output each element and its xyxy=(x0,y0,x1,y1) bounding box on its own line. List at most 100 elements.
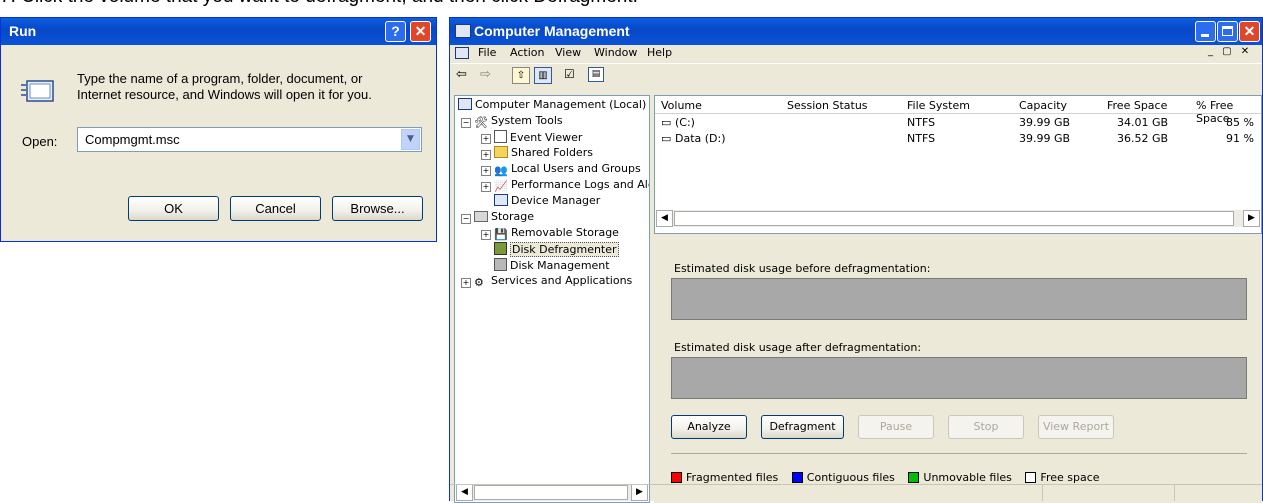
expand-shared-folders[interactable]: + xyxy=(481,150,491,160)
col-capacity[interactable]: Capacity xyxy=(1019,99,1067,112)
divider xyxy=(671,453,1247,454)
users-icon: 👥 xyxy=(494,164,508,177)
run-program-icon xyxy=(21,80,54,102)
toolbar: ⇦ ⇨ ⇧ ▥ ☑ ▤ xyxy=(450,63,1262,86)
stop-button[interactable]: Stop xyxy=(948,415,1024,439)
expand-event-viewer[interactable]: + xyxy=(481,134,491,144)
console-tree: Computer Management (Local) − 🛠 System To… xyxy=(454,95,650,503)
collapse-storage[interactable]: − xyxy=(461,214,471,224)
maximize-button[interactable] xyxy=(1217,21,1238,42)
volume-capacity: 39.99 GB xyxy=(1019,132,1071,145)
cm-close-button[interactable]: ✕ xyxy=(1239,21,1260,42)
cm-title-bar[interactable]: Computer Management ✕ xyxy=(450,18,1262,45)
expand-local-users[interactable]: + xyxy=(481,166,491,176)
defragmenter-panel: Estimated disk usage before defragmentat… xyxy=(654,243,1262,503)
free-space-swatch xyxy=(1025,472,1037,483)
volume-free: 34.01 GB xyxy=(1117,116,1169,129)
tree-shared-folders[interactable]: Shared Folders xyxy=(494,146,593,159)
legend-free-space: Free space xyxy=(1040,471,1100,484)
list-scroll-left-icon[interactable]: ◀ xyxy=(656,210,673,227)
tree-disk-management[interactable]: Disk Management xyxy=(494,258,610,272)
details-view-icon[interactable]: ▤ xyxy=(588,67,604,82)
tree-services[interactable]: ⚙ Services and Applications xyxy=(474,274,632,289)
details-pane: Volume Session Status File System Capaci… xyxy=(654,95,1262,503)
tree-disk-management-label: Disk Management xyxy=(510,259,610,272)
fragmented-swatch xyxy=(671,472,682,483)
list-scroll-right-icon[interactable]: ▶ xyxy=(1243,210,1260,227)
tree-event-viewer[interactable]: Event Viewer xyxy=(494,130,582,144)
properties-icon[interactable]: ☑ xyxy=(564,67,580,82)
before-label: Estimated disk usage before defragmentat… xyxy=(674,262,931,275)
list-scroll-thumb[interactable] xyxy=(674,211,1234,226)
show-tree-icon[interactable]: ▥ xyxy=(534,67,552,84)
help-button[interactable]: ? xyxy=(385,21,406,42)
status-bar xyxy=(450,484,1262,501)
browse-button[interactable]: Browse... xyxy=(332,196,423,221)
tree-shared-folders-label: Shared Folders xyxy=(511,146,593,159)
run-dialog: Run ? ✕ Type the name of a program, fold… xyxy=(0,17,437,242)
pause-button[interactable]: Pause xyxy=(858,415,934,439)
tree-storage[interactable]: Storage xyxy=(474,210,534,223)
col-file-system[interactable]: File System xyxy=(907,99,970,112)
expand-perf-logs[interactable]: + xyxy=(481,182,491,192)
disk-management-icon xyxy=(494,258,507,271)
open-combobox[interactable]: Compmgmt.msc ▼ xyxy=(77,127,422,152)
menu-view[interactable]: View xyxy=(555,46,581,59)
col-free-space[interactable]: Free Space xyxy=(1107,99,1167,112)
volume-list-header: Volume Session Status File System Capaci… xyxy=(655,96,1261,125)
tree-system-tools[interactable]: 🛠 System Tools xyxy=(474,114,563,129)
menu-file[interactable]: File xyxy=(478,46,496,59)
event-viewer-icon xyxy=(494,130,507,143)
expand-removable-storage[interactable]: + xyxy=(481,230,491,240)
menu-help[interactable]: Help xyxy=(647,46,672,59)
col-volume[interactable]: Volume xyxy=(661,99,702,112)
status-divider xyxy=(1174,485,1175,501)
tree-event-viewer-label: Event Viewer xyxy=(510,131,583,144)
instruction-caption: 7. Click the volume that you want to def… xyxy=(0,0,638,8)
run-message: Type the name of a program, folder, docu… xyxy=(77,71,372,102)
computer-management-window: Computer Management ✕ File Action View W… xyxy=(449,17,1263,503)
close-button[interactable]: ✕ xyxy=(410,21,431,42)
volume-pct: 85 % xyxy=(1226,116,1254,129)
list-hscrollbar[interactable]: ◀ ▶ xyxy=(656,210,1260,227)
minimize-button[interactable] xyxy=(1195,21,1216,42)
run-title-bar[interactable]: Run ? ✕ xyxy=(1,18,436,45)
tree-disk-defragmenter[interactable]: Disk Defragmenter xyxy=(494,242,619,257)
collapse-system-tools[interactable]: − xyxy=(461,118,471,128)
legend-contiguous: Contiguous files xyxy=(806,471,895,484)
forward-arrow-icon[interactable]: ⇨ xyxy=(480,67,491,82)
expand-services[interactable]: + xyxy=(461,278,471,288)
analyze-button[interactable]: Analyze xyxy=(671,415,747,439)
tree-local-users-label: Local Users and Groups xyxy=(511,162,641,175)
tree-services-label: Services and Applications xyxy=(491,274,633,287)
view-report-button[interactable]: View Report xyxy=(1038,415,1114,439)
open-input[interactable]: Compmgmt.msc xyxy=(85,132,180,147)
defragment-button[interactable]: Defragment xyxy=(761,415,844,439)
removable-storage-icon: 💾 xyxy=(494,228,508,241)
volume-row[interactable]: ▭ Data (D:) NTFS 39.99 GB 36.52 GB 91 % xyxy=(655,132,1261,146)
tree-local-users[interactable]: 👥 Local Users and Groups xyxy=(494,162,641,177)
chevron-down-icon[interactable]: ▼ xyxy=(401,129,420,150)
tree-perf-logs[interactable]: 📈Performance Logs and Alerts xyxy=(494,178,649,193)
status-divider xyxy=(1042,485,1043,501)
tree-device-manager[interactable]: Device Manager xyxy=(494,194,600,207)
back-arrow-icon[interactable]: ⇦ xyxy=(456,67,467,82)
cm-title: Computer Management xyxy=(474,23,630,39)
tools-icon: 🛠 xyxy=(474,116,488,129)
tree-root[interactable]: Computer Management (Local) xyxy=(458,98,646,111)
after-usage-bar xyxy=(671,357,1247,399)
cancel-button[interactable]: Cancel xyxy=(230,196,321,221)
device-manager-icon xyxy=(494,194,508,206)
ok-button[interactable]: OK xyxy=(128,196,219,221)
tree-removable-storage[interactable]: 💾 Removable Storage xyxy=(494,226,619,241)
after-label: Estimated disk usage after defragmentati… xyxy=(674,341,922,354)
up-folder-icon[interactable]: ⇧ xyxy=(512,67,530,84)
volume-free: 36.52 GB xyxy=(1117,132,1169,145)
col-session-status[interactable]: Session Status xyxy=(787,99,868,112)
menu-window[interactable]: Window xyxy=(594,46,637,59)
mdi-controls[interactable]: _ ▢ ✕ xyxy=(1208,46,1258,60)
legend-unmovable: Unmovable files xyxy=(923,471,1012,484)
volume-row[interactable]: ▭ (C:) NTFS 39.99 GB 34.01 GB 85 % xyxy=(655,116,1261,130)
legend-fragmented: Fragmented files xyxy=(686,471,779,484)
menu-action[interactable]: Action xyxy=(510,46,544,59)
